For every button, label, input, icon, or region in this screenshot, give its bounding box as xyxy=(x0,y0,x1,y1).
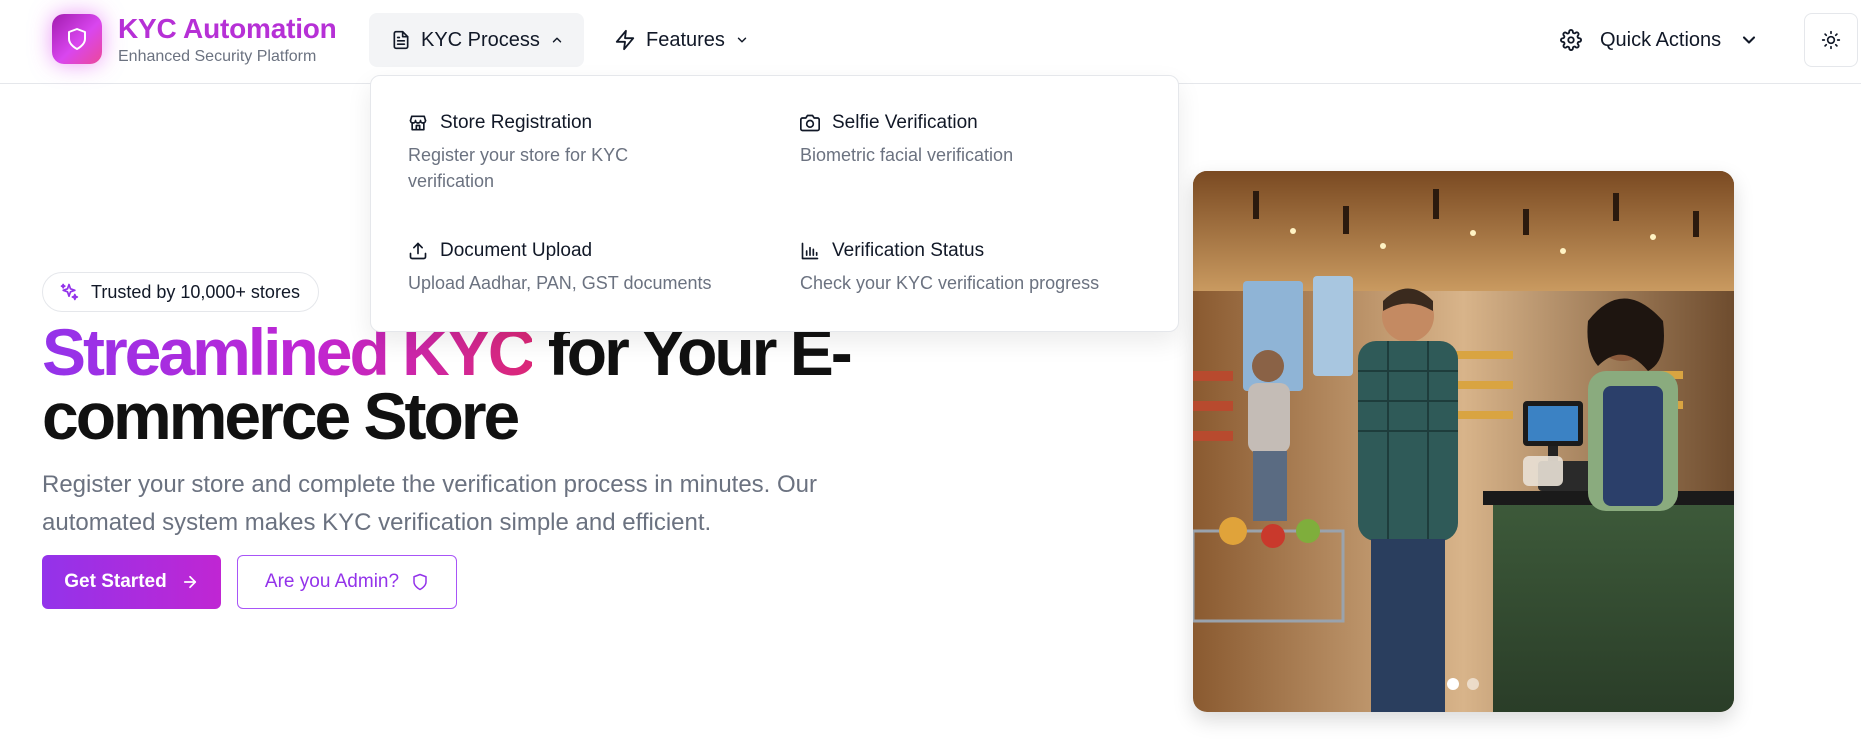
quick-actions-label: Quick Actions xyxy=(1600,28,1722,51)
chevron-down-icon xyxy=(1743,36,1756,44)
trusted-badge: Trusted by 10,000+ stores xyxy=(42,272,319,312)
chevron-down-icon xyxy=(737,37,747,43)
get-started-button[interactable]: Get Started xyxy=(42,555,221,609)
nav-features[interactable]: Features xyxy=(592,13,771,67)
dropdown-item-title: Verification Status xyxy=(832,240,985,261)
brand-title[interactable]: KYC Automation xyxy=(118,13,337,45)
chevron-up-icon xyxy=(552,37,562,43)
top-navbar: KYC Automation Enhanced Security Platfor… xyxy=(0,0,1861,84)
logo[interactable] xyxy=(52,14,102,64)
sparkles-icon xyxy=(60,283,79,301)
kyc-process-dropdown: Store Registration Register your store f… xyxy=(370,75,1179,332)
hero-carousel-image xyxy=(1193,171,1734,712)
carousel-dot-1[interactable] xyxy=(1447,678,1459,690)
zap-icon xyxy=(615,29,635,51)
carousel-indicators xyxy=(1447,678,1479,690)
nav-features-label: Features xyxy=(646,28,725,51)
dropdown-item-description: Register your store for KYC verification xyxy=(408,145,629,191)
admin-button[interactable]: Are you Admin? xyxy=(237,555,457,609)
shield-icon xyxy=(413,573,427,591)
quick-actions-button[interactable]: Quick Actions xyxy=(1560,13,1759,67)
hero-headline: Streamlined KYC for Your E-commerce Stor… xyxy=(42,319,902,449)
bar-chart-icon xyxy=(801,242,819,260)
dropdown-item-description: Biometric facial verification xyxy=(800,145,1014,165)
trusted-badge-label: Trusted by 10,000+ stores xyxy=(91,281,300,302)
hero-subtext: Register your store and complete the ver… xyxy=(42,471,818,536)
upload-icon xyxy=(409,242,427,260)
dropdown-item-title: Selfie Verification xyxy=(832,112,978,133)
dropdown-item-title: Document Upload xyxy=(440,240,593,261)
carousel-dot-2[interactable] xyxy=(1467,678,1479,690)
nav-kyc-process[interactable]: KYC Process xyxy=(369,13,584,67)
dropdown-item-verification-status[interactable]: Verification Status Check your KYC verif… xyxy=(800,240,1160,296)
checkout-scene-illustration xyxy=(1193,171,1734,712)
brand-subtitle: Enhanced Security Platform xyxy=(118,48,317,65)
nav-kyc-process-label: KYC Process xyxy=(421,28,540,51)
dropdown-item-description: Check your KYC verification progress xyxy=(800,273,1100,293)
arrow-right-icon xyxy=(183,575,196,589)
dropdown-item-selfie-verification[interactable]: Selfie Verification Biometric facial ver… xyxy=(800,112,1160,168)
get-started-label: Get Started xyxy=(64,571,167,592)
admin-button-label: Are you Admin? xyxy=(264,571,400,592)
shield-icon xyxy=(68,28,86,50)
dropdown-item-store-registration[interactable]: Store Registration Register your store f… xyxy=(408,112,698,194)
sun-icon xyxy=(1821,30,1841,50)
dropdown-item-document-upload[interactable]: Document Upload Upload Aadhar, PAN, GST … xyxy=(408,240,768,296)
theme-toggle-button[interactable] xyxy=(1804,13,1858,67)
camera-icon xyxy=(800,114,820,132)
store-icon xyxy=(409,115,427,131)
dropdown-item-description: Upload Aadhar, PAN, GST documents xyxy=(408,273,712,293)
file-text-icon xyxy=(393,30,409,50)
gear-icon xyxy=(1560,29,1582,51)
dropdown-item-title: Store Registration xyxy=(440,112,593,133)
